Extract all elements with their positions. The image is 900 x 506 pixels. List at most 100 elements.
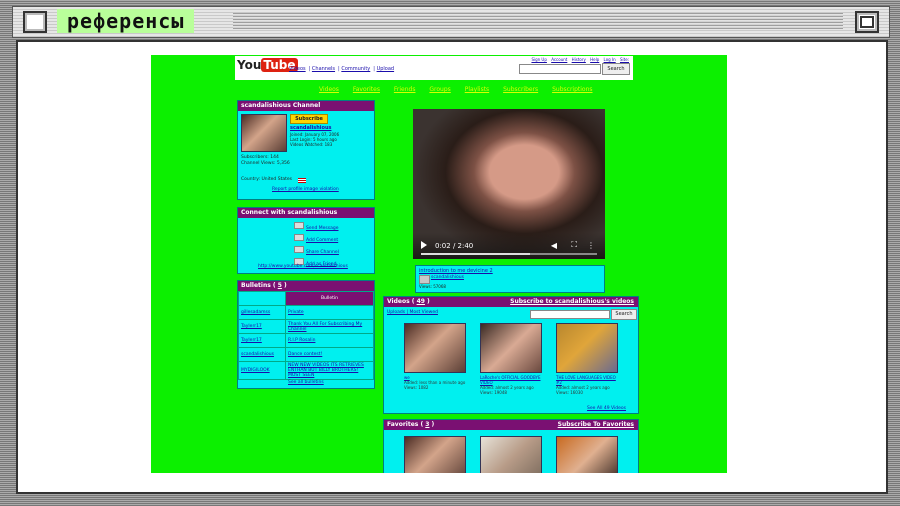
videos-box-title: Videos ( 49 ) Subscribe to scandalishious… [384,297,638,307]
favorites-count[interactable]: 3 [425,421,429,428]
subscribe-favorites-link[interactable]: Subscribe To Favorites [558,421,634,428]
more-options-icon[interactable]: ⋮ [587,241,595,250]
channel-nav: Videos Favorites Friends Groups Playlist… [319,86,605,93]
video-views: Views: 19048 [480,390,507,395]
site-link[interactable]: Site: [620,57,629,62]
bulletin-author[interactable]: scandalishious [238,347,286,362]
bulletin-author[interactable]: MYDIGILOOK [238,361,286,380]
zoom-box-icon[interactable] [855,11,879,33]
bulletin-item[interactable]: Private [285,305,374,320]
share-icon [294,246,304,253]
video-player[interactable]: 0:02 / 2:40 ◀ ⛶ ⋮ [413,109,605,259]
nav-upload[interactable]: Upload [377,66,395,72]
uploader-avatar[interactable] [419,275,430,284]
channel-views: Channel Views: 5,356 [241,161,290,166]
message-icon [294,222,304,229]
table-row: gillesadamss Private [238,305,374,320]
subscribers-count: Subscribers: 144 [241,155,279,160]
video-title[interactable]: LaRoche's OFFICIAL GOODBYE VIDEO [480,375,542,385]
bulletin-item[interactable]: Thank You All For Subscribing My Channel [285,319,374,334]
connect-actions: Send Message Add Comment Share Channel A… [294,222,339,270]
video-time: 0:02 / 2:40 [435,242,474,250]
video-thumbnail[interactable] [480,323,542,373]
window-titlebar: референсы [12,6,890,38]
bulletins-table: Bulletin gillesadamss Private Taylerr17 Th… [238,291,374,380]
videos-count[interactable]: 49 [417,298,425,305]
channel-tab-videos[interactable]: Videos [319,86,339,93]
play-icon[interactable] [421,241,427,249]
channel-tab-groups[interactable]: Groups [429,86,450,93]
account-link[interactable]: Account [551,57,567,62]
help-link[interactable]: Help [590,57,599,62]
channel-tab-friends[interactable]: Friends [394,86,416,93]
bulletins-box: Bulletins ( 5 ) Bulletin gillesadamss Pri… [237,280,375,389]
bulletin-author[interactable]: Taylerr17 [238,319,286,334]
connect-box-title: Connect with scandalishious [238,208,374,218]
search-button[interactable]: Search [602,63,630,75]
share-channel-link[interactable]: Share Channel [306,250,339,255]
close-box-icon[interactable] [23,11,47,33]
comment-icon [294,234,304,241]
favorite-thumbnail[interactable] [404,436,466,473]
window-content: You Tube Videos | Channels | Community | Upl… [16,40,888,494]
video-thumbnail[interactable] [404,323,466,373]
nav-community[interactable]: Community [341,66,370,72]
bulletin-item[interactable]: Dance contest! [285,347,374,362]
video-progress[interactable] [421,253,597,255]
bulletin-item[interactable]: R.I.P Rosalin [285,333,374,348]
videos-tabs[interactable]: Uploads | Most Viewed [387,310,438,315]
table-row: Taylerr17 Thank You All For Subscribing M… [238,319,374,334]
fullscreen-icon[interactable]: ⛶ [571,240,577,250]
bulletin-item[interactable]: NEW NEW VIDEOS ITS RETRIEVES ENTHAN BUT … [285,361,374,380]
bulletin-author[interactable]: gillesadamss [238,305,286,320]
youtube-channel-page: You Tube Videos | Channels | Community | Upl… [151,55,727,473]
volume-icon[interactable]: ◀ [551,241,557,250]
signup-link[interactable]: Sign Up [531,57,546,62]
top-nav: Videos | Channels | Community | Upload [289,66,395,72]
country: Country: United States [241,177,292,182]
send-message-link[interactable]: Send Message [306,226,339,231]
videos-search-input[interactable] [530,310,610,319]
titlebar-stripes [233,13,843,29]
history-link[interactable]: History [572,57,586,62]
nav-channels[interactable]: Channels [312,66,335,72]
us-flag-icon [298,178,306,183]
video-item[interactable]: LaRoche's OFFICIAL GOODBYE VIDEO Added: … [480,323,542,395]
login-link[interactable]: Log In [604,57,616,62]
video-item[interactable]: THE LOVE LANGUAGES VIDEO #2 Added: almos… [556,323,618,395]
channel-avatar[interactable] [241,114,287,152]
video-controls: 0:02 / 2:40 ◀ ⛶ ⋮ [413,233,605,259]
nav-videos[interactable]: Videos [289,66,306,72]
bulletins-count[interactable]: 5 [278,282,282,289]
channel-tab-subscribers[interactable]: Subscribers [503,86,538,93]
search-input[interactable] [519,64,601,74]
user-links: Sign Up Account History Help Log In Site… [528,57,629,62]
video-views: Views: 1082 [404,385,429,390]
report-link[interactable]: Report profile image violation [272,187,339,192]
video-title[interactable]: THE LOVE LANGUAGES VIDEO #2 [556,375,618,385]
see-all-videos-link[interactable]: See All 49 Videos [587,406,626,411]
now-playing-title[interactable]: introduction to me devicine 2 [419,268,493,274]
subscribe-videos-link[interactable]: Subscribe to scandalishious's videos [510,298,634,305]
now-playing-uploader[interactable]: scandalishious [431,275,464,280]
favorite-thumbnail[interactable] [556,436,618,473]
channel-tab-subscriptions[interactable]: Subscriptions [552,86,592,93]
connect-box: Connect with scandalishious Send Message… [237,207,375,274]
channel-tab-playlists[interactable]: Playlists [465,86,489,93]
videos-search-button[interactable]: Search [611,309,637,320]
channel-username[interactable]: scandalishious [290,125,331,131]
video-thumbnail[interactable] [556,323,618,373]
table-row: scandalishious Dance contest! [238,347,374,362]
bulletins-title: Bulletins ( 5 ) [238,281,374,291]
video-views: Views: 16030 [556,390,583,395]
channel-info-box: scandalishious Channel Subscribe scandal… [237,100,375,200]
see-all-bulletins-link[interactable]: See all bulletins [288,380,324,385]
favorites-box: Favorites ( 3 ) Subscribe To Favorites [383,419,639,473]
channel-url[interactable]: http://www.youtube.com/scandalishious [258,264,348,269]
favorite-thumbnail[interactable] [480,436,542,473]
bulletin-author[interactable]: Taylerr17 [238,333,286,348]
subscribe-button[interactable]: Subscribe [290,114,328,124]
add-comment-link[interactable]: Add Comment [306,238,338,243]
video-item[interactable]: we Added: less than a minute ago Views: … [404,323,466,390]
channel-tab-favorites[interactable]: Favorites [353,86,380,93]
